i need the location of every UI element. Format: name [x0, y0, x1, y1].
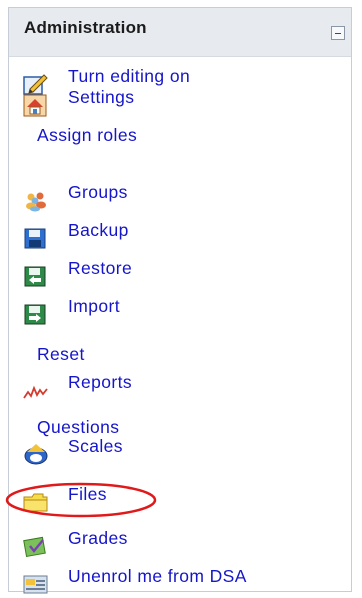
menu-item-reports[interactable]: Reports — [9, 370, 209, 404]
menu-item-scales[interactable]: Scales — [9, 434, 209, 468]
menu-item-grades[interactable]: Grades — [9, 526, 209, 560]
menu-item-label: Turn editing on — [68, 66, 191, 86]
menu-item-unenrol[interactable]: Unenrol me from DSA — [9, 564, 329, 598]
reports-graph-icon — [23, 378, 49, 402]
folder-icon — [23, 490, 49, 514]
menu-item-label: Assign roles — [37, 125, 138, 145]
menu-item-label: Scales — [68, 436, 123, 456]
administration-block: Administration Turn editing on Settings … — [8, 7, 352, 594]
menu-item-backup[interactable]: Backup — [9, 218, 209, 252]
menu-item-reset[interactable]: Reset — [9, 338, 209, 372]
groups-people-icon — [23, 188, 49, 212]
settings-house-icon — [23, 93, 49, 117]
grades-icon — [23, 534, 49, 558]
menu-item-label: Unenrol me from DSA — [68, 566, 247, 586]
collapse-toggle-icon[interactable] — [331, 26, 345, 40]
menu-item-groups[interactable]: Groups — [9, 180, 209, 214]
menu-item-label: Settings — [68, 87, 135, 107]
block-title: Administration — [24, 18, 147, 37]
menu-item-label: Groups — [68, 182, 128, 202]
restore-icon — [23, 264, 49, 288]
menu-item-assign-roles[interactable]: Assign roles — [9, 119, 209, 153]
menu-item-label: Reports — [68, 372, 133, 392]
menu-item-label: Import — [68, 296, 120, 316]
menu-item-import[interactable]: Import — [9, 294, 209, 328]
menu-item-label: Files — [68, 484, 107, 504]
scales-icon — [23, 442, 49, 466]
menu-item-restore[interactable]: Restore — [9, 256, 209, 290]
backup-disk-icon — [23, 226, 49, 250]
block-header: Administration — [9, 8, 351, 57]
menu-item-label: Reset — [37, 344, 85, 364]
menu-item-files[interactable]: Files — [9, 482, 149, 516]
menu-item-label: Backup — [68, 220, 129, 240]
unenrol-icon — [23, 572, 49, 596]
menu-item-label: Restore — [68, 258, 133, 278]
menu-item-settings[interactable]: Settings — [9, 85, 209, 119]
menu-item-label: Grades — [68, 528, 128, 548]
import-icon — [23, 302, 49, 326]
